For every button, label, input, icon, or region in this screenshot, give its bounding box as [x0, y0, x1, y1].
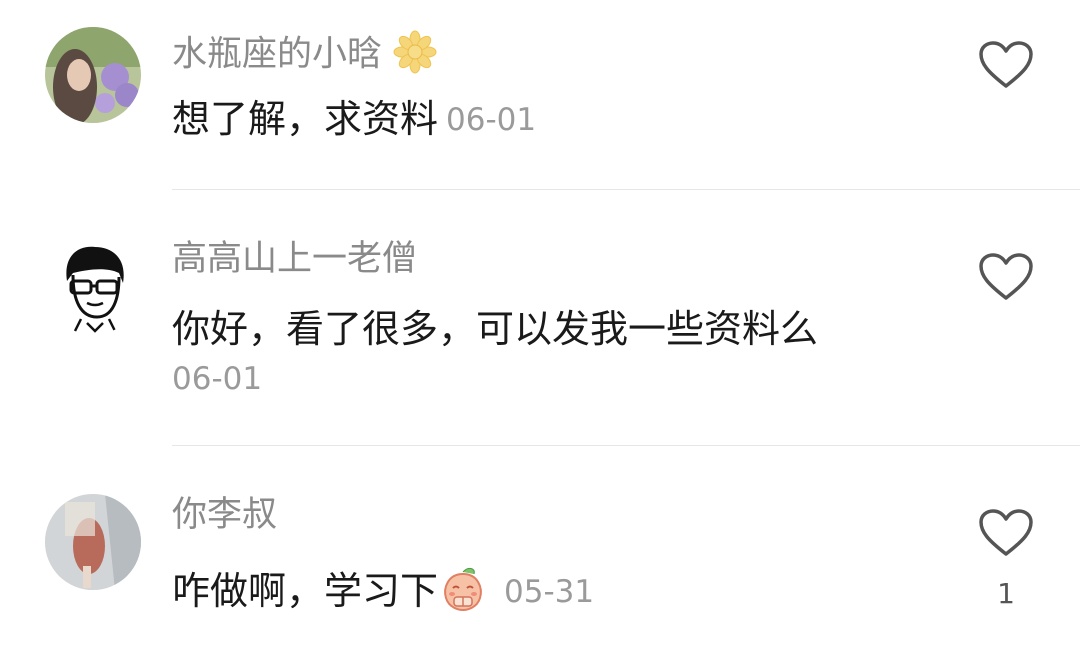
heart-icon — [979, 253, 1033, 300]
comment-date: 06-01 — [172, 361, 263, 397]
comment-body: 你好，看了很多，可以发我一些资料么 — [172, 307, 819, 351]
like-button[interactable] — [978, 40, 1034, 90]
heart-icon — [979, 41, 1033, 88]
like-button[interactable] — [978, 252, 1034, 302]
username[interactable]: 你李叔 — [172, 498, 277, 533]
comment-item: 你李叔 咋做啊，学习下 05-31 1 — [0, 446, 1080, 649]
avatar[interactable] — [45, 27, 141, 123]
like-count: 1 — [997, 577, 1015, 610]
heart-icon — [979, 509, 1033, 556]
avatar-image — [45, 494, 141, 590]
avatar-image — [45, 27, 141, 123]
username-text: 高高山上一老僧 — [172, 239, 418, 279]
peach-bow-emoji-icon — [440, 566, 486, 618]
like-button[interactable] — [978, 508, 1034, 558]
comment-item: 水瓶座的小晗 想了解，求资料 06-01 — [0, 0, 1080, 190]
comment-text: 你好，看了很多，可以发我一些资料么 — [172, 310, 818, 348]
flower-emoji-icon — [393, 30, 437, 81]
username[interactable]: 水瓶座的小晗 — [172, 30, 437, 81]
comment-item: 高高山上一老僧 你好，看了很多，可以发我一些资料么 06-01 — [0, 190, 1080, 446]
comment-text: 想了解，求资料 06-01 — [172, 100, 536, 138]
username-text: 你李叔 — [172, 495, 278, 535]
avatar[interactable] — [45, 239, 141, 335]
comment-body: 想了解，求资料 — [172, 97, 439, 141]
avatar-image — [45, 239, 141, 335]
comment-date: 05-31 — [504, 574, 595, 610]
username-text: 水瓶座的小晗 — [172, 34, 383, 75]
comment-text: 咋做啊，学习下 05-31 — [172, 566, 594, 618]
username[interactable]: 高高山上一老僧 — [172, 242, 417, 277]
comment-date: 06-01 — [446, 102, 537, 138]
comment-body: 咋做啊，学习下 — [172, 569, 439, 613]
avatar[interactable] — [45, 494, 141, 590]
